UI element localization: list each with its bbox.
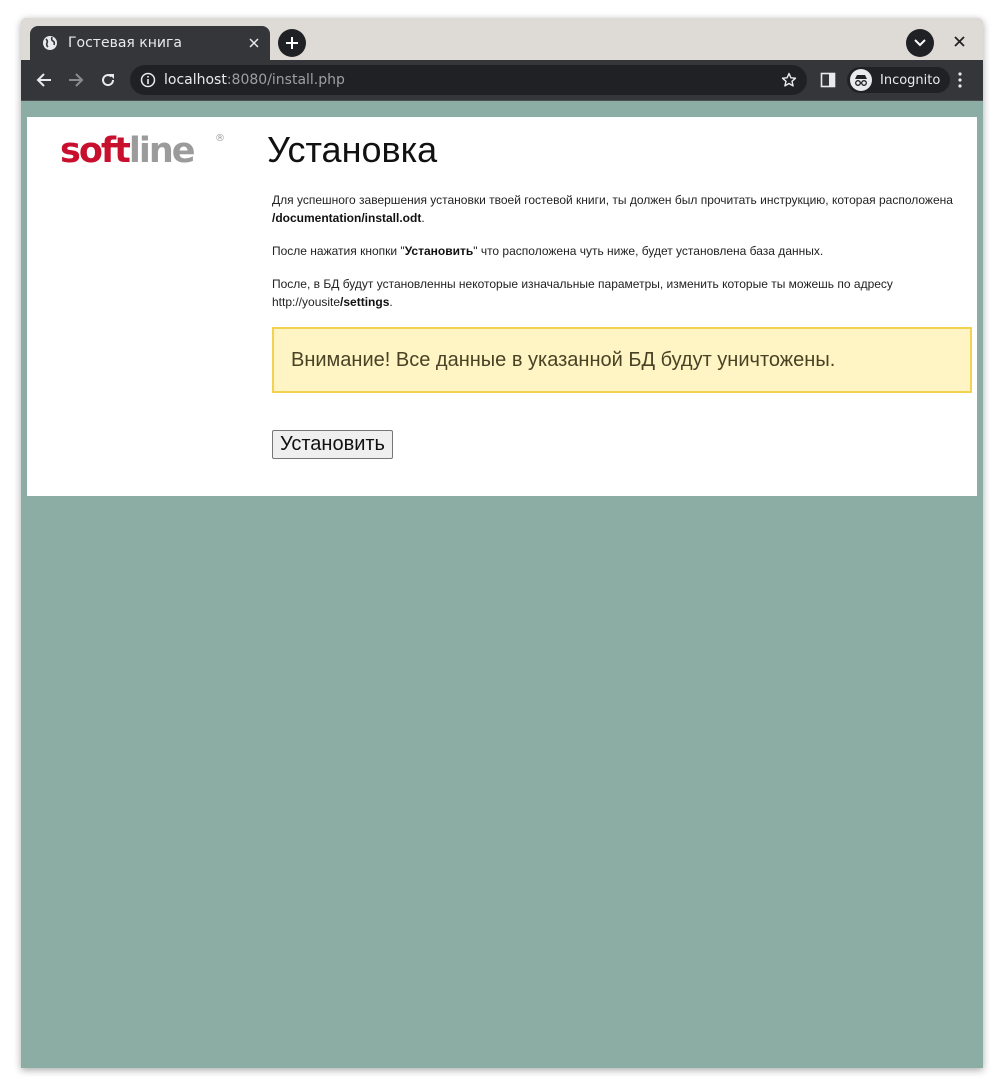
page-content: softline ® Установка Для успешного завер… (27, 117, 977, 496)
page-title: Установка (267, 129, 438, 170)
address-bar[interactable]: localhost:8080/install.php (130, 65, 807, 95)
p3-bold: /settings (340, 295, 390, 309)
tab-search-button[interactable] (906, 29, 934, 57)
logo-registered-mark: ® (215, 133, 225, 144)
p1-path: /documentation/install.odt (272, 211, 422, 225)
install-button[interactable]: Установить (272, 430, 393, 459)
plus-icon (285, 36, 299, 50)
instruction-paragraph-2: После нажатия кнопки "Установить" что ра… (272, 242, 972, 260)
back-button[interactable] (32, 68, 56, 92)
browser-window: Гостевая книга localhost:8080/install.ph… (21, 18, 983, 1068)
p2-bold: Установить (404, 244, 474, 258)
url-path: :8080/install.php (226, 72, 345, 88)
logo-part-grey: line (128, 131, 196, 171)
url-host: localhost (164, 72, 227, 88)
p1-end: . (421, 211, 425, 225)
instructions: Для успешного завершения установки твоей… (272, 191, 972, 326)
incognito-label: Incognito (880, 72, 941, 88)
window-close-button[interactable] (949, 31, 969, 51)
logo-part-red: soft (60, 131, 131, 171)
chevron-down-icon (914, 39, 926, 47)
p2-end: " что расположена чуть ниже, будет устан… (473, 244, 824, 258)
close-icon (953, 35, 965, 47)
reload-icon (100, 72, 116, 88)
page-viewport: softline ® Установка Для успешного завер… (21, 101, 983, 1068)
new-tab-button[interactable] (278, 29, 306, 57)
globe-icon (42, 35, 58, 51)
reload-button[interactable] (96, 68, 120, 92)
side-panel-icon[interactable] (820, 72, 836, 88)
info-icon[interactable] (140, 72, 156, 88)
arrow-left-icon (36, 72, 52, 88)
tab-guestbook[interactable]: Гостевая книга (30, 26, 270, 60)
url-text[interactable]: localhost:8080/install.php (164, 72, 781, 88)
p3-end: . (389, 295, 393, 309)
p2-start: После нажатия кнопки " (272, 244, 405, 258)
tab-title: Гостевая книга (68, 35, 182, 51)
tab-strip: Гостевая книга (21, 18, 983, 60)
instruction-paragraph-1: Для успешного завершения установки твоей… (272, 191, 972, 227)
close-icon[interactable] (244, 33, 264, 53)
p1-text: Для успешного завершения установки твоей… (272, 193, 953, 207)
incognito-badge[interactable]: Incognito (847, 67, 951, 93)
arrow-right-icon (68, 72, 84, 88)
star-icon[interactable] (781, 72, 797, 88)
softline-logo: softline ® (60, 131, 230, 171)
incognito-icon (850, 69, 872, 91)
warning-alert: Внимание! Все данные в указанной БД буду… (272, 327, 972, 393)
kebab-menu-icon[interactable] (952, 70, 968, 90)
forward-button[interactable] (64, 68, 88, 92)
browser-toolbar: localhost:8080/install.php Incognito (21, 60, 983, 101)
instruction-paragraph-3: После, в БД будут установленны некоторые… (272, 275, 972, 311)
